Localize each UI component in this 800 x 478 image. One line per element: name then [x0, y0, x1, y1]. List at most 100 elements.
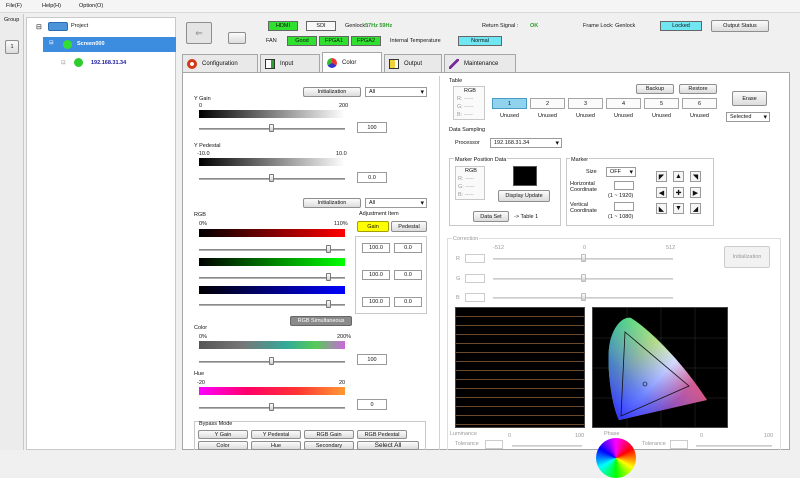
correction-max: 512 — [666, 245, 676, 251]
menu-option[interactable]: Option(O) — [79, 3, 103, 9]
arrow-up-right-button[interactable]: ◥ — [690, 171, 701, 182]
bypass-hue-button[interactable]: Hue — [251, 441, 301, 450]
bypass-rgbgain-button[interactable]: RGB Gain — [304, 430, 354, 439]
group-sidebar: Group 1 — [0, 14, 24, 450]
backup-button[interactable]: Backup — [636, 84, 674, 94]
tab-input[interactable]: Input — [260, 54, 320, 72]
arrow-down-left-button[interactable]: ◣ — [656, 203, 667, 214]
bypass-ypedestal-button[interactable]: Y Pedestal — [251, 430, 301, 439]
arrow-center-button[interactable]: ✚ — [673, 187, 684, 198]
ygain-thumb[interactable] — [269, 124, 274, 132]
fpga2-status: FPGA2 — [351, 36, 381, 46]
arrow-left-button[interactable]: ◀ — [656, 187, 667, 198]
tab-configuration[interactable]: Configuration — [182, 54, 258, 72]
bypass-select-all-button[interactable]: Select All — [357, 441, 419, 450]
small-button[interactable] — [228, 32, 246, 44]
display-update-button[interactable]: Display Update — [498, 190, 550, 202]
tree-item-screen[interactable]: ⊟ Screen000 — [43, 37, 176, 52]
blue-thumb[interactable] — [326, 300, 331, 308]
table-mode-select[interactable]: Selected — [726, 112, 770, 122]
arrow-down-button[interactable]: ▼ — [673, 203, 684, 214]
phase-label: Phase — [604, 431, 620, 437]
phase-wheel — [596, 438, 636, 478]
bypass-ygain-button[interactable]: Y Gain — [198, 430, 248, 439]
arrow-right-button[interactable]: ▶ — [690, 187, 701, 198]
horizontal-coordinate-input[interactable] — [614, 181, 634, 190]
bypass-color-button[interactable]: Color — [198, 441, 248, 450]
project-icon — [48, 22, 68, 31]
output-status-button[interactable]: Output Status — [711, 20, 769, 32]
table-cell-1[interactable]: 1 — [492, 98, 527, 109]
tab-maintenance[interactable]: Maintenance — [444, 54, 516, 72]
fan-label: FAN — [266, 38, 277, 44]
rgb-simultaneous-button[interactable]: RGB Simultaneous — [290, 316, 352, 326]
table-cell-2[interactable]: 2 — [530, 98, 565, 109]
color-sat-gradient — [199, 341, 345, 349]
target-select-rgb[interactable]: All — [365, 198, 427, 208]
marker-size-select[interactable]: OFF — [606, 167, 636, 177]
arrow-up-button[interactable]: ▲ — [673, 171, 684, 182]
correction-r-input[interactable] — [465, 254, 485, 263]
correction-b-thumb[interactable] — [581, 293, 586, 301]
hue-thumb[interactable] — [269, 403, 274, 411]
ypedestal-gradient — [199, 158, 345, 166]
color-sat-max: 200% — [337, 334, 352, 340]
pedestal-toggle[interactable]: Pedestal — [391, 221, 427, 232]
red-track[interactable] — [199, 249, 345, 251]
phase-track[interactable] — [696, 445, 772, 447]
tolerance-label-right: Tolerance — [642, 441, 666, 447]
vertical-coordinate-input[interactable] — [614, 202, 634, 211]
gain-toggle[interactable]: Gain — [357, 221, 389, 232]
ygain-max: 200 — [339, 103, 349, 109]
input-icon — [265, 58, 275, 69]
marker-position-label: Marker Position Data — [454, 157, 508, 163]
target-select-top[interactable]: All — [365, 87, 427, 97]
table-cell-6[interactable]: 6 — [682, 98, 717, 109]
ypedestal-value[interactable]: 0.0 — [357, 172, 387, 183]
color-sat-value[interactable]: 100 — [357, 354, 387, 365]
luminance-scale-mid: 0 — [508, 433, 512, 439]
correction-b-input[interactable] — [465, 293, 485, 302]
group-1-button[interactable]: 1 — [5, 40, 19, 54]
restore-button[interactable]: Restore — [679, 84, 717, 94]
color-sat-thumb[interactable] — [269, 357, 274, 365]
arrow-up-left-button[interactable]: ◤ — [656, 171, 667, 182]
green-gradient — [199, 258, 345, 266]
correction-g-input[interactable] — [465, 274, 485, 283]
luminance-track[interactable] — [512, 445, 582, 447]
blue-track[interactable] — [199, 304, 345, 306]
correction-r-thumb[interactable] — [581, 254, 586, 262]
data-set-button[interactable]: Data Set — [473, 211, 509, 222]
green-track[interactable] — [199, 277, 345, 279]
processor-select[interactable]: 192.168.31.34 — [490, 138, 562, 148]
tree-root-label[interactable]: Project — [71, 23, 88, 29]
arrow-down-right-button[interactable]: ◢ — [690, 203, 701, 214]
tab-color[interactable]: Color — [322, 52, 382, 72]
table-cell-5[interactable]: 5 — [644, 98, 679, 109]
menu-help[interactable]: Help(H) — [42, 3, 61, 9]
bypass-secondary-button[interactable]: Secondary — [304, 441, 354, 450]
bypass-rgbpedestal-button[interactable]: RGB Pedestal — [357, 430, 407, 439]
tree-expand-icon[interactable]: ⊟ — [49, 40, 54, 46]
correction-g-thumb[interactable] — [581, 274, 586, 282]
sampled-color-swatch — [513, 166, 537, 186]
tolerance-input-left[interactable] — [485, 440, 503, 449]
hue-value[interactable]: 0 — [357, 399, 387, 410]
table-cell-3[interactable]: 3 — [568, 98, 603, 109]
table-cell-4[interactable]: 4 — [606, 98, 641, 109]
ygain-value[interactable]: 100 — [357, 122, 387, 133]
correction-init-button[interactable]: Initialization — [724, 246, 770, 268]
ypedestal-thumb[interactable] — [269, 174, 274, 182]
tree-collapse-icon[interactable]: ⊟ — [36, 23, 42, 31]
erase-button[interactable]: Erase — [732, 91, 767, 106]
tolerance-input-right[interactable] — [670, 440, 688, 449]
red-thumb[interactable] — [326, 245, 331, 253]
menu-file[interactable]: File(F) — [6, 3, 22, 9]
init-button-rgb[interactable]: Initialization — [303, 198, 361, 208]
green-thumb[interactable] — [326, 273, 331, 281]
fpga1-status: FPGA1 — [319, 36, 349, 46]
tree-ip-label[interactable]: 192.168.31.34 — [91, 60, 126, 66]
init-button-top[interactable]: Initialization — [303, 87, 361, 97]
tab-output[interactable]: Output — [384, 54, 442, 72]
back-button[interactable]: ⇐ — [186, 22, 212, 44]
